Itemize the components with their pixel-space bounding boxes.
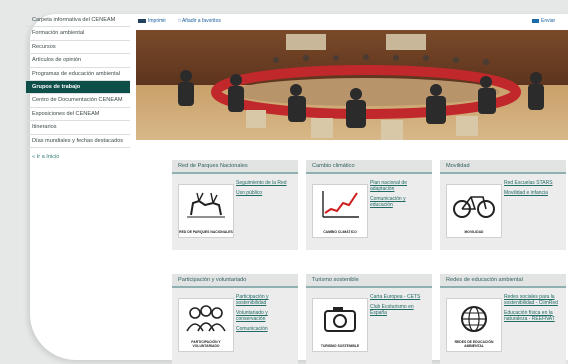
link-seguimiento[interactable]: Seguimiento de la Red [236,180,294,186]
card-image[interactable]: TURISMO SOSTENIBLE [312,298,368,352]
mail-icon [532,18,539,23]
card-title[interactable]: Cambio climático [306,160,432,174]
sidebar-item-itinerarios[interactable]: Itinerarios [26,121,130,135]
sidebar-item-carpeta[interactable]: Carpeta informativa del CENEAM [26,14,130,28]
link-comunicacion-educacion[interactable]: Comunicación y educación [370,196,428,208]
link-club-ecoturismo[interactable]: Club Ecoturismo en España [370,304,428,316]
link-plan-adaptacion[interactable]: Plan nacional de adaptación [370,180,428,192]
card-image[interactable]: REDES DE EDUCACIÓN AMBIENTAL [446,298,502,352]
card-caption: REDES DE EDUCACIÓN AMBIENTAL [454,340,494,348]
share-label: Enviar [541,18,556,24]
card-caption: PARTICIPACIÓN Y VOLUNTARIADO [191,340,221,348]
favorites-link[interactable]: ☆Añadir a favoritos [177,18,220,24]
rising-chart-icon [322,191,359,218]
sidebar-item-articulos[interactable]: Artículos de opinión [26,54,130,68]
card-participacion: Participación y voluntariado PARTICIPACI… [172,274,298,364]
card-caption: MOVILIDAD [464,230,484,234]
card-turismo-sostenible: Turismo sostenible TURISMO SOSTENIBLE Ca… [306,274,432,364]
card-image[interactable]: RED DE PARQUES NACIONALES [178,184,234,238]
link-escuelas-stars[interactable]: Red Escuelas STARS [504,180,562,186]
sidebar: Carpeta informativa del CENEAM Formación… [26,14,130,160]
link-uso-publico[interactable]: Uso público [236,190,294,196]
sidebar-item-recursos[interactable]: Recursos [26,41,130,55]
card-caption: CAMBIO CLIMÁTICO [323,230,357,234]
print-icon [138,18,146,23]
link-participacion-sostenibilidad[interactable]: Participación y sostenibilidad [236,294,294,306]
top-links: Imprimir ☆Añadir a favoritos [138,18,231,24]
sidebar-item-formacion[interactable]: Formación ambiental [26,27,130,41]
sidebar-item-centro-documentacion[interactable]: Centro de Documentación CENEAM [26,94,130,108]
sidebar-item-programas[interactable]: Programas de educación ambiental [26,68,130,82]
link-carta-europea[interactable]: Carta Europea - CETS [370,294,428,300]
sidebar-item-grupos[interactable]: Grupos de trabajo [26,81,130,95]
globe-icon [461,306,487,332]
card-caption: RED DE PARQUES NACIONALES [179,230,233,234]
link-reefnat[interactable]: Educación física en la naturaleza - REEF… [504,310,562,322]
bicycle-icon [453,196,495,218]
card-cambio-climatico: Cambio climático CAMBIO CLIMÁTICO Plan n… [306,160,432,250]
card-image[interactable]: CAMBIO CLIMÁTICO [312,184,368,238]
camera-icon [324,307,356,332]
link-climred[interactable]: Redes sociales para la sostenibilidad - … [504,294,562,306]
print-link[interactable]: Imprimir [138,18,166,24]
card-title[interactable]: Turismo sostenible [306,274,432,288]
card-title[interactable]: Redes de educación ambiental [440,274,566,288]
card-movilidad: Movilidad MOVILIDAD Red Escuelas STARS M… [440,160,566,250]
sidebar-item-exposiciones[interactable]: Exposiciones del CENEAM [26,108,130,122]
card-title[interactable]: Participación y voluntariado [172,274,298,288]
link-voluntariado-conservacion[interactable]: Voluntariado y conservación [236,310,294,322]
back-to-home-link[interactable]: « Ir a Inicio [26,154,130,160]
card-title[interactable]: Movilidad [440,160,566,174]
card-parques-nacionales: Red de Parques Nacionales RED DE PARQUES… [172,160,298,250]
card-title[interactable]: Red de Parques Nacionales [172,160,298,174]
link-comunicacion[interactable]: Comunicación [236,326,294,332]
card-redes-educacion: Redes de educación ambiental REDES DE ED… [440,274,566,364]
share-link[interactable]: Enviar [532,18,555,24]
page: Carpeta informativa del CENEAM Formación… [0,0,568,364]
sidebar-item-dias-mundiales[interactable]: Días mundiales y fechas destacados [26,135,130,149]
people-icon [186,305,226,332]
deer-icon [187,192,225,218]
card-image[interactable]: PARTICIPACIÓN Y VOLUNTARIADO [178,298,234,352]
card-caption: TURISMO SOSTENIBLE [320,344,360,348]
meeting-photo [136,30,568,140]
link-movilidad-infancia[interactable]: Movilidad e infancia [504,190,562,196]
card-image[interactable]: MOVILIDAD [446,184,502,238]
